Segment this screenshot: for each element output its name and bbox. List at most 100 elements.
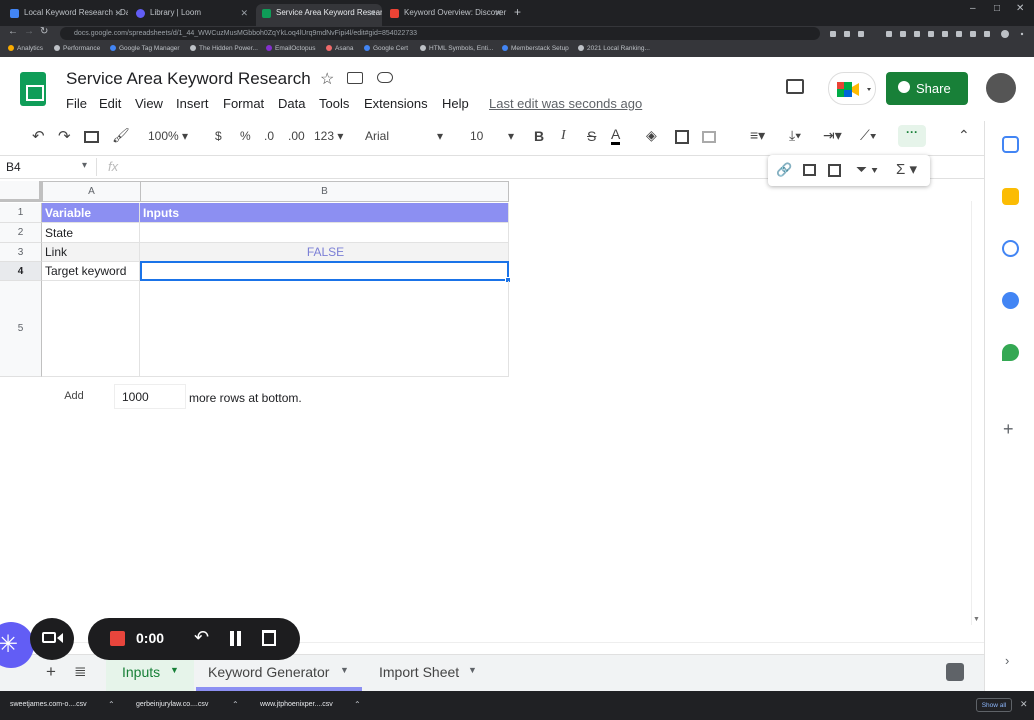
bookmark[interactable]: 2021 Local Ranking... — [578, 41, 650, 57]
currency-button[interactable]: $ — [215, 129, 222, 143]
star-icon[interactable]: ☆ — [320, 69, 334, 89]
scroll-down-icon[interactable]: ▼ — [973, 616, 980, 623]
name-box-dropdown-icon[interactable]: ▾ — [82, 160, 87, 171]
cell-b3[interactable]: FALSE — [140, 243, 509, 262]
italic-button[interactable]: I — [561, 128, 566, 144]
bookmark[interactable]: EmailOctopus — [266, 41, 315, 57]
window-close-icon[interactable]: ✕ — [1016, 3, 1024, 14]
bookmark[interactable]: Asana — [326, 41, 353, 57]
show-all-downloads-button[interactable]: Show all — [976, 698, 1012, 712]
filter-icon[interactable]: ⏷ ▾ — [856, 161, 878, 178]
cell-b2[interactable] — [140, 223, 509, 243]
stop-recording-icon[interactable] — [110, 631, 125, 646]
calendar-icon[interactable] — [1002, 136, 1019, 153]
number-format-select[interactable]: 123 ▾ — [314, 129, 343, 143]
browser-tab[interactable]: Local Keyword Research · Dalton ✕ — [4, 4, 128, 26]
cell-a2[interactable]: State — [42, 223, 140, 243]
column-header-a[interactable]: A — [42, 181, 141, 202]
merge-cells-icon[interactable] — [702, 131, 716, 143]
sheet-menu-icon[interactable]: ▼ — [340, 665, 349, 675]
move-folder-icon[interactable] — [347, 72, 363, 84]
minimize-icon[interactable]: – — [970, 3, 976, 14]
all-sheets-icon[interactable]: ≣ — [74, 662, 87, 680]
download-item[interactable]: www.jtphoenixper....csv — [260, 701, 333, 708]
browser-tab[interactable]: Library | Loom ✕ — [130, 4, 254, 26]
cell-a5[interactable] — [42, 281, 140, 377]
text-color-button[interactable]: A — [611, 126, 621, 145]
cell-a3[interactable]: Link — [42, 243, 140, 262]
expand-panel-icon[interactable]: › — [1005, 653, 1009, 668]
close-tab-icon[interactable]: ✕ — [494, 4, 502, 22]
bookmark[interactable]: Google Cert — [364, 41, 408, 57]
back-icon[interactable]: ← — [8, 26, 18, 37]
explore-icon[interactable] — [946, 663, 964, 681]
add-on-icon[interactable]: + — [1003, 419, 1023, 439]
cell-b5[interactable] — [140, 281, 509, 377]
restart-icon[interactable]: ↶ — [194, 627, 209, 648]
contacts-icon[interactable] — [1002, 292, 1019, 309]
add-rows-button[interactable]: Add — [36, 384, 112, 409]
menu-extensions[interactable]: Extensions — [364, 96, 428, 111]
chevron-up-icon[interactable]: ⌃ — [354, 700, 361, 709]
close-downloads-icon[interactable]: ✕ — [1020, 699, 1028, 710]
close-tab-icon[interactable]: ✕ — [368, 4, 376, 22]
row-header[interactable]: 2 — [0, 223, 42, 243]
paint-format-icon[interactable]: 🖌 — [112, 127, 130, 144]
close-tab-icon[interactable]: ✕ — [114, 4, 122, 22]
menu-insert[interactable]: Insert — [176, 96, 209, 111]
zoom-select[interactable]: 100% ▾ — [148, 129, 188, 143]
download-item[interactable]: gerbeinjurylaw.co....csv — [136, 701, 208, 708]
tasks-icon[interactable] — [1002, 240, 1019, 257]
collapse-menus-icon[interactable]: ⌃ — [958, 127, 970, 144]
maps-icon[interactable] — [1002, 344, 1019, 361]
menu-edit[interactable]: Edit — [99, 96, 121, 111]
bookmark[interactable]: Performance — [54, 41, 100, 57]
fill-color-icon[interactable]: ◈ — [646, 127, 657, 144]
chevron-up-icon[interactable]: ⌃ — [232, 700, 239, 709]
increase-decimal-button[interactable]: .00 — [288, 129, 305, 143]
menu-help[interactable]: Help — [442, 96, 469, 111]
name-box[interactable]: B4 — [6, 160, 21, 174]
cell-b4-selected[interactable] — [140, 261, 509, 281]
browser-tab-active[interactable]: Service Area Keyword Research ✕ — [256, 4, 382, 26]
insert-comment-icon[interactable] — [803, 164, 816, 176]
decrease-decimal-button[interactable]: .0 — [264, 129, 274, 143]
sheet-tab[interactable]: Import Sheet ▼ — [366, 655, 486, 691]
menu-tools[interactable]: Tools — [319, 96, 349, 111]
share-button[interactable]: Share — [886, 72, 968, 105]
text-rotation-icon[interactable]: ⟋▾ — [860, 127, 877, 144]
vertical-align-icon[interactable]: ⤓▾ — [789, 127, 801, 144]
cell-a4[interactable]: Target keyword — [42, 262, 140, 281]
menu-format[interactable]: Format — [223, 96, 264, 111]
row-header[interactable]: 3 — [0, 243, 42, 262]
last-edit-link[interactable]: Last edit was seconds ago — [489, 96, 642, 111]
bookmark[interactable]: Memberstack Setup — [502, 41, 569, 57]
sheet-tab[interactable]: Keyword Generator ▼ — [196, 655, 362, 691]
meet-button[interactable] — [828, 72, 876, 105]
sheet-menu-icon[interactable]: ▼ — [468, 665, 477, 675]
chevron-up-icon[interactable]: ⌃ — [108, 700, 115, 709]
cell-b1[interactable]: Inputs — [140, 203, 509, 223]
forward-icon[interactable]: → — [24, 26, 34, 37]
more-options-icon[interactable]: ··· — [898, 125, 926, 147]
borders-icon[interactable] — [675, 130, 689, 144]
row-header[interactable]: 5 — [0, 281, 42, 377]
loom-camera-button[interactable] — [30, 618, 74, 660]
menu-view[interactable]: View — [135, 96, 163, 111]
sheet-menu-icon[interactable]: ▼ — [170, 665, 179, 675]
avatar[interactable] — [986, 73, 1016, 103]
align-left-icon[interactable]: ≡▾ — [750, 127, 765, 144]
delete-icon[interactable] — [262, 630, 276, 646]
sheets-logo-icon[interactable] — [20, 72, 46, 106]
undo-icon[interactable]: ↶ — [32, 127, 45, 145]
download-item[interactable]: sweetjames.com-o....csv — [10, 701, 87, 708]
select-all-corner[interactable] — [0, 181, 42, 202]
comment-history-icon[interactable] — [786, 79, 804, 94]
reload-icon[interactable]: ↻ — [40, 26, 48, 37]
font-select[interactable]: Arial ▾ — [365, 129, 445, 143]
menu-data[interactable]: Data — [278, 96, 305, 111]
browser-tab[interactable]: Keyword Overview: Discover Ne... ✕ — [384, 4, 508, 26]
bookmark[interactable]: The Hidden Power... — [190, 41, 258, 57]
bookmark[interactable]: Analytics — [8, 41, 43, 57]
cell-a1[interactable]: Variable — [42, 203, 140, 223]
